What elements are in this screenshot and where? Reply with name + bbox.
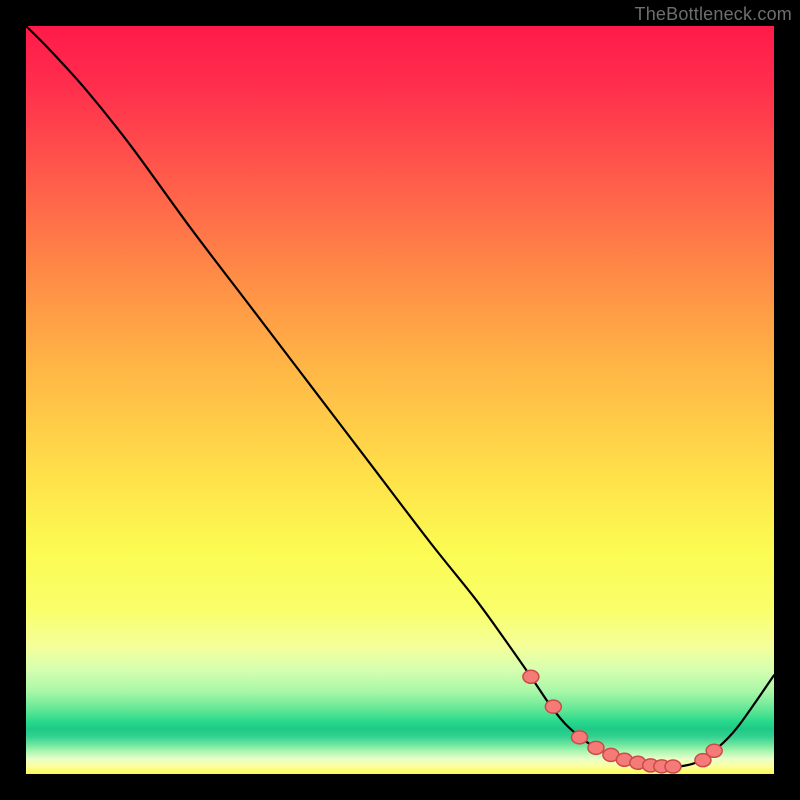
- chart-svg: [26, 26, 774, 774]
- data-marker: [706, 744, 722, 757]
- data-marker: [523, 670, 539, 683]
- bottleneck-curve: [26, 26, 774, 767]
- marker-group: [523, 670, 722, 773]
- data-marker: [588, 741, 604, 754]
- data-marker: [545, 700, 561, 713]
- data-marker: [665, 760, 681, 773]
- data-marker: [572, 731, 588, 744]
- attribution-text: TheBottleneck.com: [635, 4, 792, 25]
